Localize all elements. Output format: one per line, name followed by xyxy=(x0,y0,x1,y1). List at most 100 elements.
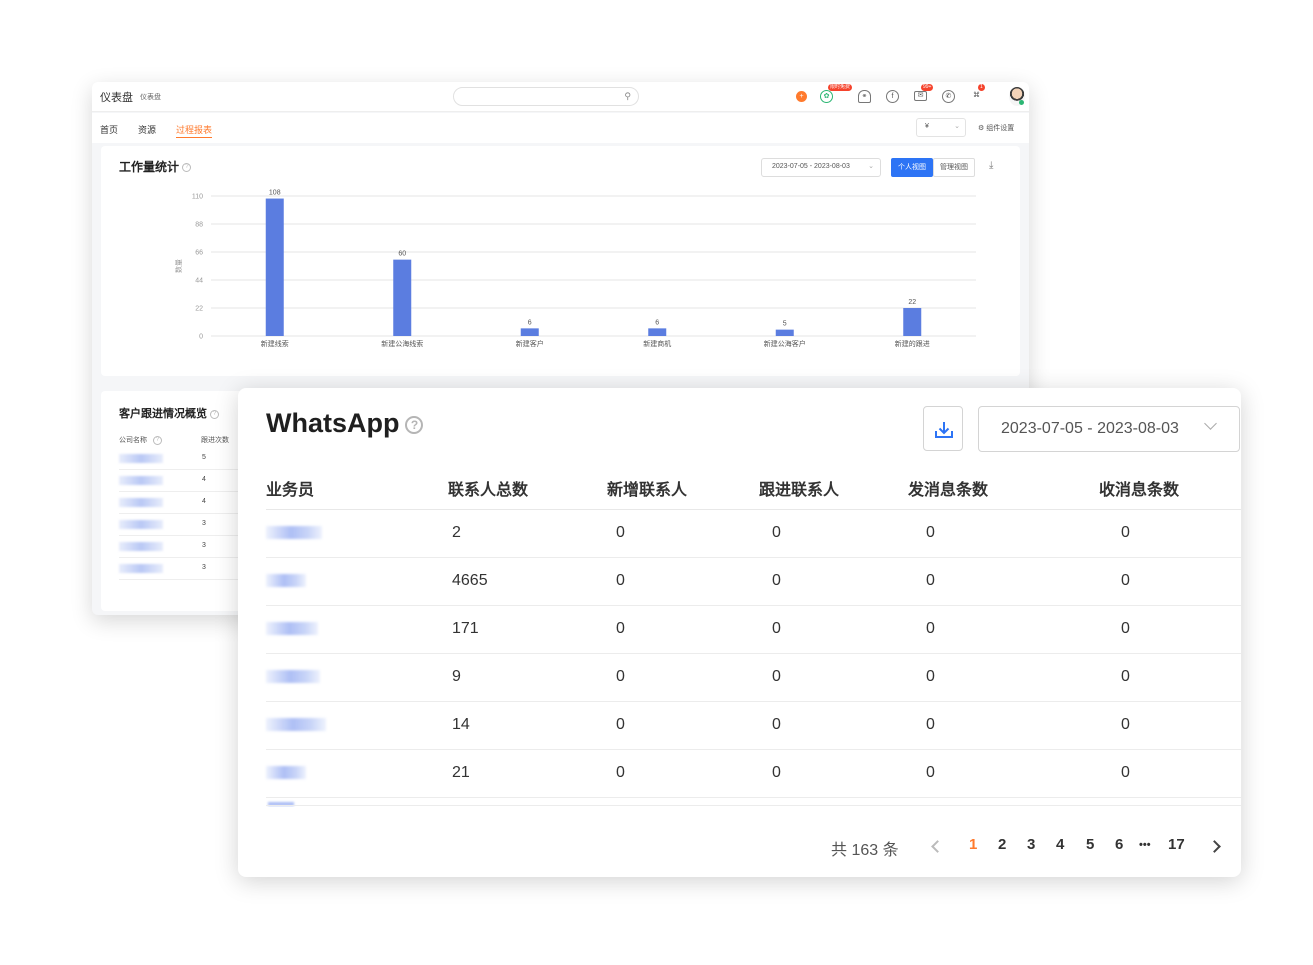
cell-total-contacts: 21 xyxy=(452,764,470,781)
followup-title: 客户跟进情况概览 ? xyxy=(119,405,220,421)
cell-received-messages: 0 xyxy=(1121,716,1130,733)
y-tick-label: 110 xyxy=(192,194,203,201)
cell-new-contacts: 0 xyxy=(616,524,625,541)
redacted-name xyxy=(119,564,163,573)
whatsapp-panel: WhatsApp? 2023-07-05 - 2023-08-03 业务员 联系… xyxy=(238,388,1241,877)
search-input[interactable]: ⚲ xyxy=(453,87,639,106)
col-total-contacts: 联系人总数 xyxy=(448,482,529,499)
bar xyxy=(775,329,794,336)
cell-new-contacts: 0 xyxy=(616,572,625,589)
download-button[interactable] xyxy=(923,406,963,451)
apps-icon[interactable]: ⌘ xyxy=(970,90,983,103)
widget-settings-button[interactable]: ⚙ 组件设置 xyxy=(978,123,1014,133)
stage: 仪表盘 仪表盘 ⚲ + ✿ 限时免费 ⚭ f ✉ 99+ ✆ ⌘ 1 首页 资源… xyxy=(0,0,1313,965)
whatsapp-date-picker[interactable]: 2023-07-05 - 2023-08-03 xyxy=(978,406,1240,452)
app-subtitle: 仪表盘 xyxy=(140,94,161,101)
redacted-salesperson[interactable] xyxy=(266,670,320,683)
followup-count: 3 xyxy=(202,564,206,571)
followup-row[interactable]: 3 xyxy=(119,536,239,558)
x-tick-label: 新建客户 xyxy=(516,339,544,348)
table-row[interactable]: 9 0 0 0 0 xyxy=(266,654,1241,702)
cell-received-messages: 0 xyxy=(1121,764,1130,781)
total-count: 共 163 条 xyxy=(831,842,899,859)
cell-total-contacts: 2 xyxy=(452,524,461,541)
data-label: 60 xyxy=(398,251,406,258)
redacted-salesperson[interactable] xyxy=(266,622,318,635)
followup-row[interactable]: 3 xyxy=(119,514,239,536)
online-dot xyxy=(1019,100,1024,105)
table-row[interactable]: 21 0 0 0 0 xyxy=(266,750,1241,798)
cell-sent-messages: 0 xyxy=(926,668,935,685)
cell-received-messages: 0 xyxy=(1121,572,1130,589)
redacted-name xyxy=(119,476,163,485)
mail-icon[interactable]: ✉ xyxy=(914,91,927,101)
redacted-salesperson[interactable] xyxy=(266,766,306,779)
y-axis-label: 数量 xyxy=(174,259,183,273)
mail-badge: 99+ xyxy=(921,84,934,91)
help-icon[interactable]: ? xyxy=(210,409,220,419)
followup-row[interactable]: 4 xyxy=(119,470,239,492)
page-ellipsis[interactable]: ••• xyxy=(1139,839,1151,851)
cell-new-contacts: 0 xyxy=(616,764,625,781)
bar xyxy=(265,198,284,336)
table-row[interactable]: 14 0 0 0 0 xyxy=(266,702,1241,750)
followup-row[interactable]: 4 xyxy=(119,492,239,514)
gift-icon[interactable]: ✿ xyxy=(820,90,833,103)
bar xyxy=(393,259,412,336)
cell-total-contacts: 14 xyxy=(452,716,470,733)
col-followed-contacts: 跟进联系人 xyxy=(759,482,840,499)
help-icon[interactable]: ? xyxy=(152,435,162,445)
page-6[interactable]: 6 xyxy=(1115,836,1123,853)
chevron-left-icon[interactable] xyxy=(931,840,944,853)
redacted-salesperson[interactable] xyxy=(266,526,322,539)
col-received-messages: 收消息条数 xyxy=(1099,482,1180,499)
page-1[interactable]: 1 xyxy=(969,836,977,853)
chevron-down-icon: ⌄ xyxy=(954,123,960,130)
redacted-name xyxy=(119,520,163,529)
nav-resources[interactable]: 资源 xyxy=(138,123,156,136)
app-title: 仪表盘 xyxy=(100,92,133,104)
table-row[interactable]: 4665 0 0 0 0 xyxy=(266,558,1241,606)
bar xyxy=(903,308,922,336)
download-icon xyxy=(935,422,953,438)
followup-row[interactable]: 5 xyxy=(119,448,239,470)
table-row[interactable]: 2 0 0 0 0 xyxy=(266,510,1241,558)
page-2[interactable]: 2 xyxy=(998,836,1006,853)
col-followup-count: 跟进次数 xyxy=(201,437,229,444)
apps-badge: 1 xyxy=(978,84,985,91)
bar xyxy=(520,328,539,336)
nav-home[interactable]: 首页 xyxy=(100,123,118,136)
followup-row[interactable]: 3 xyxy=(119,558,239,580)
currency-select[interactable]: ¥ ⌄ xyxy=(916,118,966,137)
chevron-right-icon[interactable] xyxy=(1208,840,1221,853)
page-5[interactable]: 5 xyxy=(1086,836,1094,853)
page-3[interactable]: 3 xyxy=(1027,836,1035,853)
facebook-icon[interactable]: f xyxy=(886,90,899,103)
table-row[interactable]: 171 0 0 0 0 xyxy=(266,606,1241,654)
plus-icon[interactable]: + xyxy=(796,91,807,102)
cell-followed-contacts: 0 xyxy=(772,716,781,733)
cell-followed-contacts: 0 xyxy=(772,620,781,637)
col-new-contacts: 新增联系人 xyxy=(607,482,688,499)
nav-process-report[interactable]: 过程报表 xyxy=(176,123,213,138)
redacted-name xyxy=(119,498,163,507)
cell-sent-messages: 0 xyxy=(926,620,935,637)
whatsapp-icon[interactable]: ✆ xyxy=(942,90,955,103)
workload-bar-chart: 0 22 44 66 88 110 数量 108 新建线索 60 新建公海线索 6 新建客户 6 新建商机 5… xyxy=(174,190,976,348)
page-17[interactable]: 17 xyxy=(1168,836,1185,853)
cell-new-contacts: 0 xyxy=(616,716,625,733)
help-icon[interactable]: ? xyxy=(405,415,424,434)
row-divider xyxy=(266,805,1241,806)
cell-received-messages: 0 xyxy=(1121,668,1130,685)
headset-icon[interactable]: ⚭ xyxy=(858,90,871,103)
bar xyxy=(648,328,667,336)
chevron-down-icon xyxy=(1204,417,1217,430)
cell-followed-contacts: 0 xyxy=(772,524,781,541)
data-label: 108 xyxy=(269,190,281,197)
redacted-salesperson[interactable] xyxy=(266,718,326,731)
redacted-salesperson[interactable] xyxy=(266,574,306,587)
followup-count: 3 xyxy=(202,542,206,549)
search-icon: ⚲ xyxy=(624,91,631,101)
data-label: 6 xyxy=(528,319,532,326)
page-4[interactable]: 4 xyxy=(1056,836,1064,853)
